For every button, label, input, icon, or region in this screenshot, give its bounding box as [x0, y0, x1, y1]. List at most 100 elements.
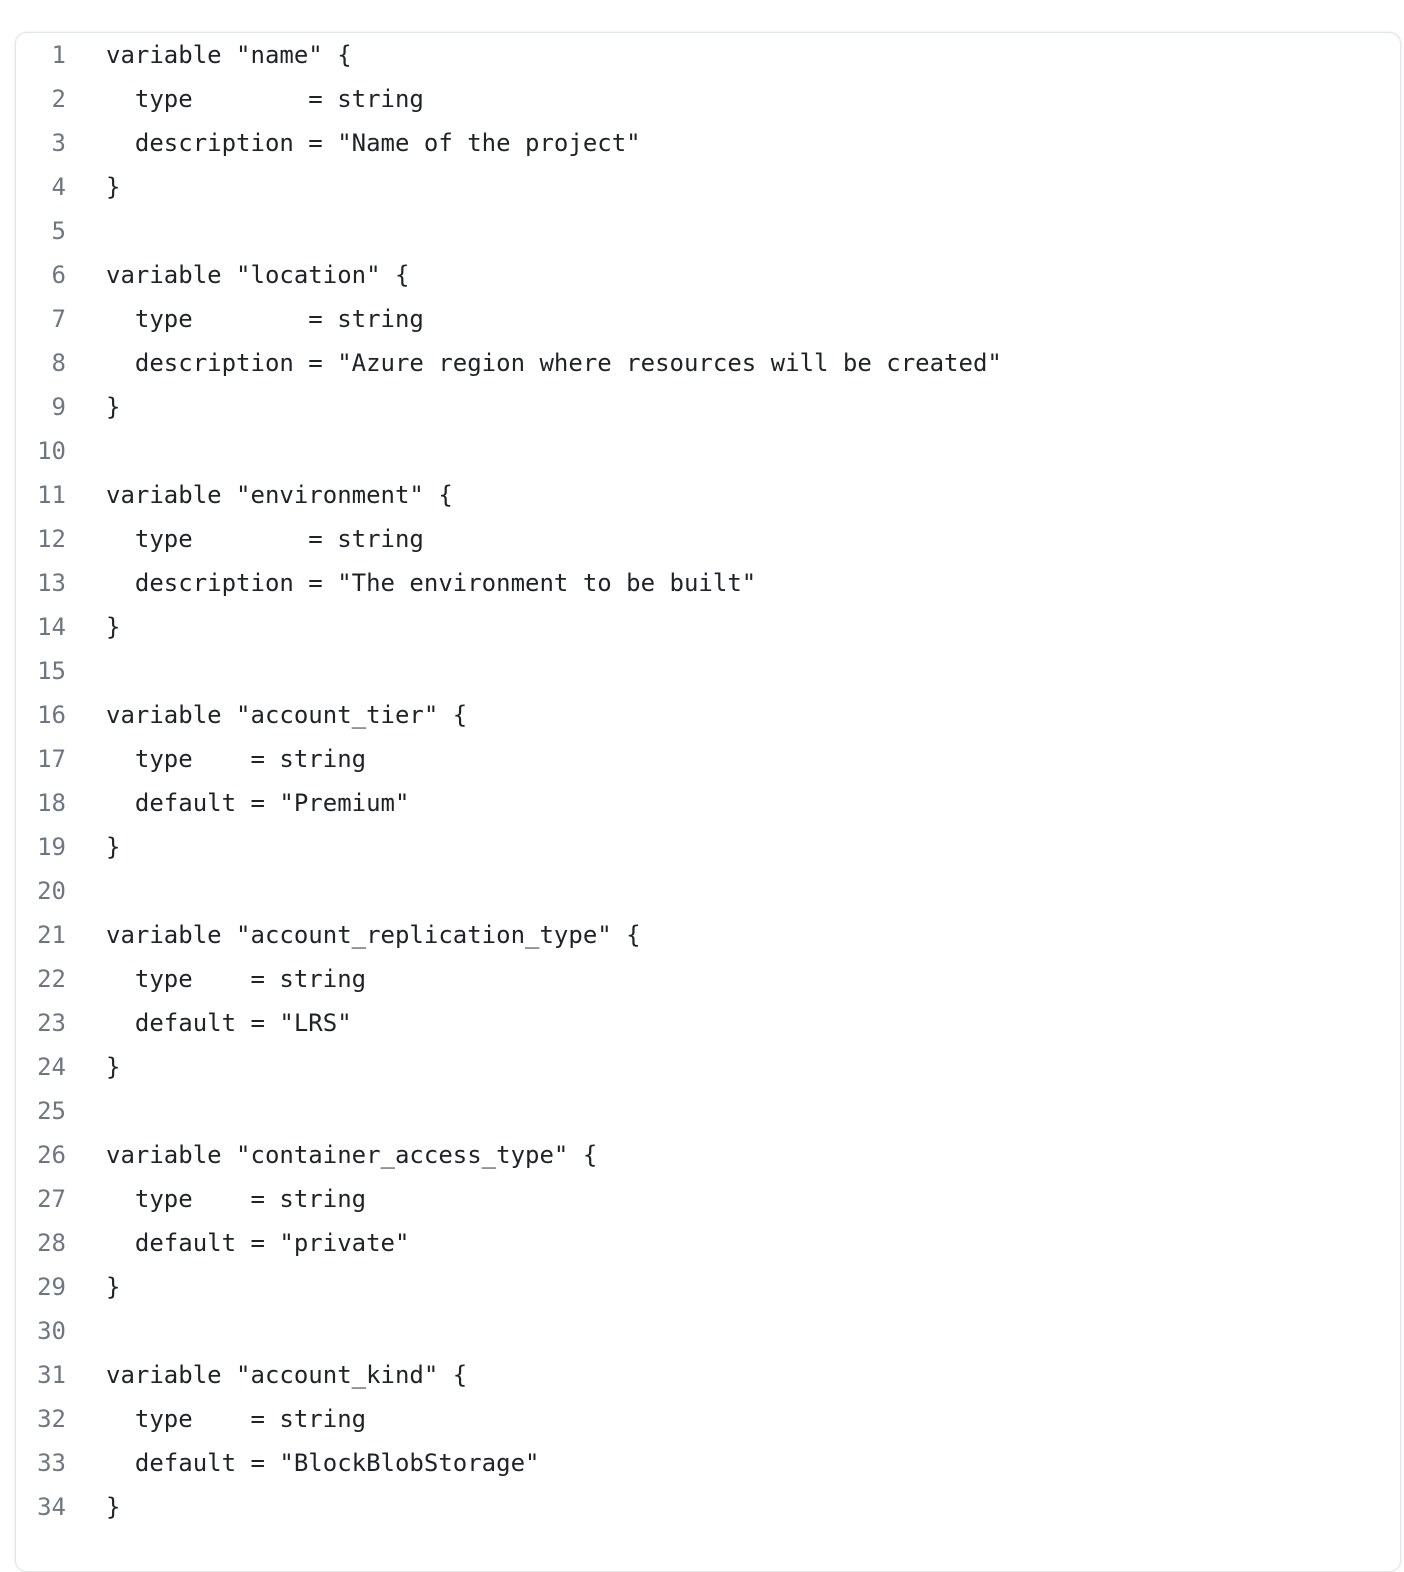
- line-number[interactable]: 6: [16, 253, 66, 297]
- line-content: variable "environment" {: [106, 481, 453, 509]
- line-content: default = "private": [106, 1229, 410, 1257]
- code-line: 25: [16, 1089, 1002, 1133]
- line-number[interactable]: 27: [16, 1177, 66, 1221]
- line-number[interactable]: 31: [16, 1353, 66, 1397]
- line-number[interactable]: 20: [16, 869, 66, 913]
- line-content: type = string: [106, 745, 367, 773]
- line-number[interactable]: 24: [16, 1045, 66, 1089]
- code-line: 22 type = string: [16, 957, 1002, 1001]
- line-number[interactable]: 12: [16, 517, 66, 561]
- line-number[interactable]: 4: [16, 165, 66, 209]
- line-content: type = string: [106, 305, 424, 333]
- line-content: [66, 1309, 106, 1353]
- line-content: type = string: [106, 1405, 367, 1433]
- line-content: description = "Name of the project": [106, 129, 641, 157]
- line-number[interactable]: 33: [16, 1441, 66, 1485]
- line-content: [66, 209, 106, 253]
- line-content: description = "Azure region where resour…: [106, 349, 1002, 377]
- code-line: 21 variable "account_replication_type" {: [16, 913, 1002, 957]
- line-number[interactable]: 28: [16, 1221, 66, 1265]
- line-number[interactable]: 18: [16, 781, 66, 825]
- line-content: description = "The environment to be bui…: [106, 569, 757, 597]
- line-content: type = string: [106, 1185, 367, 1213]
- code-line: 1 variable "name" {: [16, 33, 1002, 77]
- line-number[interactable]: 29: [16, 1265, 66, 1309]
- code-line: 24}: [16, 1045, 1002, 1089]
- line-content: type = string: [106, 525, 424, 553]
- line-content: variable "account_replication_type" {: [106, 921, 641, 949]
- line-content: [66, 429, 106, 473]
- code-line: 4}: [16, 165, 1002, 209]
- line-content: variable "location" {: [106, 261, 410, 289]
- line-number[interactable]: 32: [16, 1397, 66, 1441]
- line-number[interactable]: 26: [16, 1133, 66, 1177]
- line-content: }: [106, 393, 121, 421]
- line-content: default = "LRS": [106, 1009, 352, 1037]
- code-line: 11 variable "environment" {: [16, 473, 1002, 517]
- code-line: 19}: [16, 825, 1002, 869]
- code-lines: 1 variable "name" {2 type = string 3 descr…: [16, 33, 1002, 1529]
- code-line: 18 default = "Premium": [16, 781, 1002, 825]
- line-number[interactable]: 17: [16, 737, 66, 781]
- line-content: }: [106, 173, 121, 201]
- line-number[interactable]: 1: [16, 33, 66, 77]
- code-line: 12 type = string: [16, 517, 1002, 561]
- code-line: 2 type = string: [16, 77, 1002, 121]
- code-line: 10: [16, 429, 1002, 473]
- code-line: 13 description = "The environment to be …: [16, 561, 1002, 605]
- line-number[interactable]: 16: [16, 693, 66, 737]
- line-content: variable "name" {: [106, 41, 352, 69]
- line-number[interactable]: 11: [16, 473, 66, 517]
- line-content: [66, 1089, 106, 1133]
- line-number[interactable]: 8: [16, 341, 66, 385]
- code-line: 27 type = string: [16, 1177, 1002, 1221]
- code-line: 29}: [16, 1265, 1002, 1309]
- line-content: type = string: [106, 965, 367, 993]
- line-number[interactable]: 25: [16, 1089, 66, 1133]
- line-number[interactable]: 14: [16, 605, 66, 649]
- line-number[interactable]: 21: [16, 913, 66, 957]
- line-number[interactable]: 30: [16, 1309, 66, 1353]
- code-line: 26 variable "container_access_type" {: [16, 1133, 1002, 1177]
- code-line: 5: [16, 209, 1002, 253]
- line-number[interactable]: 22: [16, 957, 66, 1001]
- code-line: 3 description = "Name of the project": [16, 121, 1002, 165]
- line-content: type = string: [106, 85, 424, 113]
- line-content: variable "account_kind" {: [106, 1361, 468, 1389]
- line-number[interactable]: 9: [16, 385, 66, 429]
- code-line: 9}: [16, 385, 1002, 429]
- line-content: [66, 649, 106, 693]
- line-number[interactable]: 23: [16, 1001, 66, 1045]
- line-content: }: [106, 1493, 121, 1521]
- line-number[interactable]: 5: [16, 209, 66, 253]
- line-number[interactable]: 2: [16, 77, 66, 121]
- code-line: 33 default = "BlockBlobStorage": [16, 1441, 1002, 1485]
- line-content: default = "BlockBlobStorage": [106, 1449, 540, 1477]
- code-line: 15: [16, 649, 1002, 693]
- line-number[interactable]: 19: [16, 825, 66, 869]
- code-line: 20: [16, 869, 1002, 913]
- line-content: variable "account_tier" {: [106, 701, 468, 729]
- code-line: 8 description = "Azure region where reso…: [16, 341, 1002, 385]
- line-number[interactable]: 34: [16, 1485, 66, 1529]
- line-content: }: [106, 1273, 121, 1301]
- code-line: 14}: [16, 605, 1002, 649]
- code-line: 28 default = "private": [16, 1221, 1002, 1265]
- line-number[interactable]: 13: [16, 561, 66, 605]
- line-number[interactable]: 15: [16, 649, 66, 693]
- code-line: 16 variable "account_tier" {: [16, 693, 1002, 737]
- code-line: 23 default = "LRS": [16, 1001, 1002, 1045]
- line-number[interactable]: 3: [16, 121, 66, 165]
- line-content: [66, 869, 106, 913]
- line-content: }: [106, 613, 121, 641]
- code-line: 30: [16, 1309, 1002, 1353]
- line-number[interactable]: 7: [16, 297, 66, 341]
- line-number[interactable]: 10: [16, 429, 66, 473]
- code-line: 6 variable "location" {: [16, 253, 1002, 297]
- code-line: 34}: [16, 1485, 1002, 1529]
- code-line: 31 variable "account_kind" {: [16, 1353, 1002, 1397]
- code-line: 17 type = string: [16, 737, 1002, 781]
- line-content: }: [106, 833, 121, 861]
- line-content: }: [106, 1053, 121, 1081]
- line-content: default = "Premium": [106, 789, 410, 817]
